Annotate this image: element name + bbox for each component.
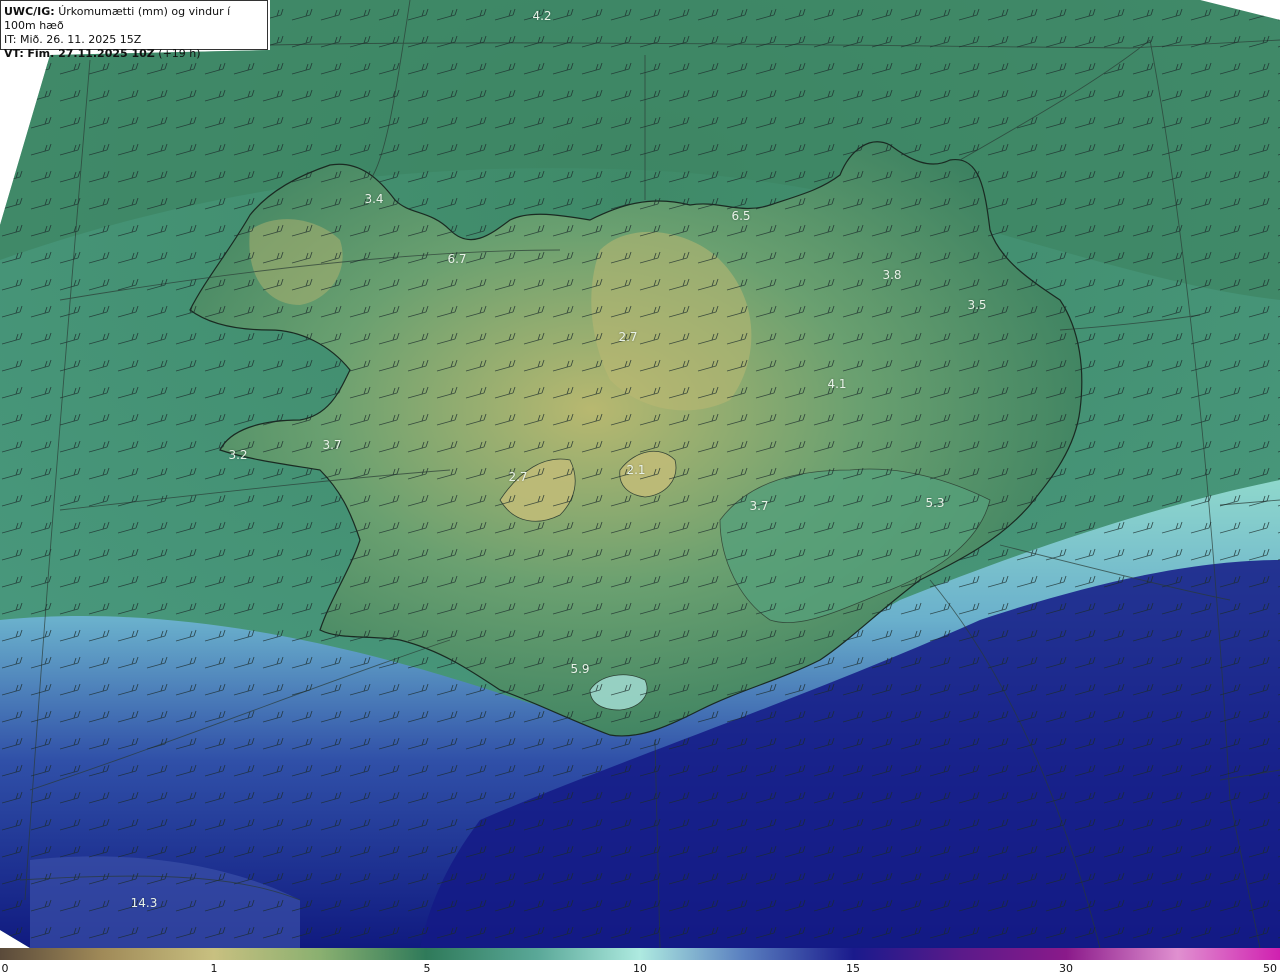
value-label: 2.1 [626, 463, 646, 477]
colorbar-ticks: 0 1 5 10 15 30 50 [0, 960, 1280, 978]
valid-prefix: VT: [4, 47, 24, 60]
colorbar-tick: 30 [1059, 962, 1073, 975]
colorbar-tick: 0 [1, 962, 9, 975]
value-label: 6.5 [731, 209, 751, 223]
colorbar-tick: 50 [1263, 962, 1277, 975]
colorbar [0, 948, 1280, 960]
colorbar-tick: 1 [210, 962, 218, 975]
value-label: 5.9 [570, 662, 590, 676]
value-label: 3.8 [882, 268, 902, 282]
value-label: 3.5 [967, 298, 987, 312]
value-label: 14.3 [130, 896, 158, 910]
value-label: 4.1 [827, 377, 847, 391]
colorbar-gradient [0, 948, 1280, 960]
colorbar-tick: 15 [846, 962, 860, 975]
value-label: 3.7 [322, 438, 342, 452]
issue-time: IT: Mið. 26. 11. 2025 15Z [4, 33, 142, 46]
value-label: 3.2 [228, 448, 248, 462]
valid-time: Fim. 27.11.2025 10Z [27, 47, 155, 60]
lead-time: (+19 h) [158, 47, 201, 60]
value-label: 5.3 [925, 496, 945, 510]
value-label: 4.2 [532, 9, 552, 23]
valid-time-line: VT: Fim. 27.11.2025 10Z (+19 h) [4, 47, 264, 61]
product-line: UWC/IG: Úrkomumætti (mm) og vindur í 100… [4, 5, 264, 33]
value-label: 3.7 [749, 499, 769, 513]
value-label: 2.7 [618, 330, 638, 344]
product-code: UWC/IG: [4, 5, 55, 18]
forecast-info-box: UWC/IG: Úrkomumætti (mm) og vindur í 100… [0, 0, 268, 60]
value-label: 2.7 [508, 470, 528, 484]
colorbar-tick: 10 [633, 962, 647, 975]
value-label: 3.4 [364, 192, 384, 206]
colorbar-tick: 5 [423, 962, 431, 975]
value-label: 6.7 [447, 252, 467, 266]
